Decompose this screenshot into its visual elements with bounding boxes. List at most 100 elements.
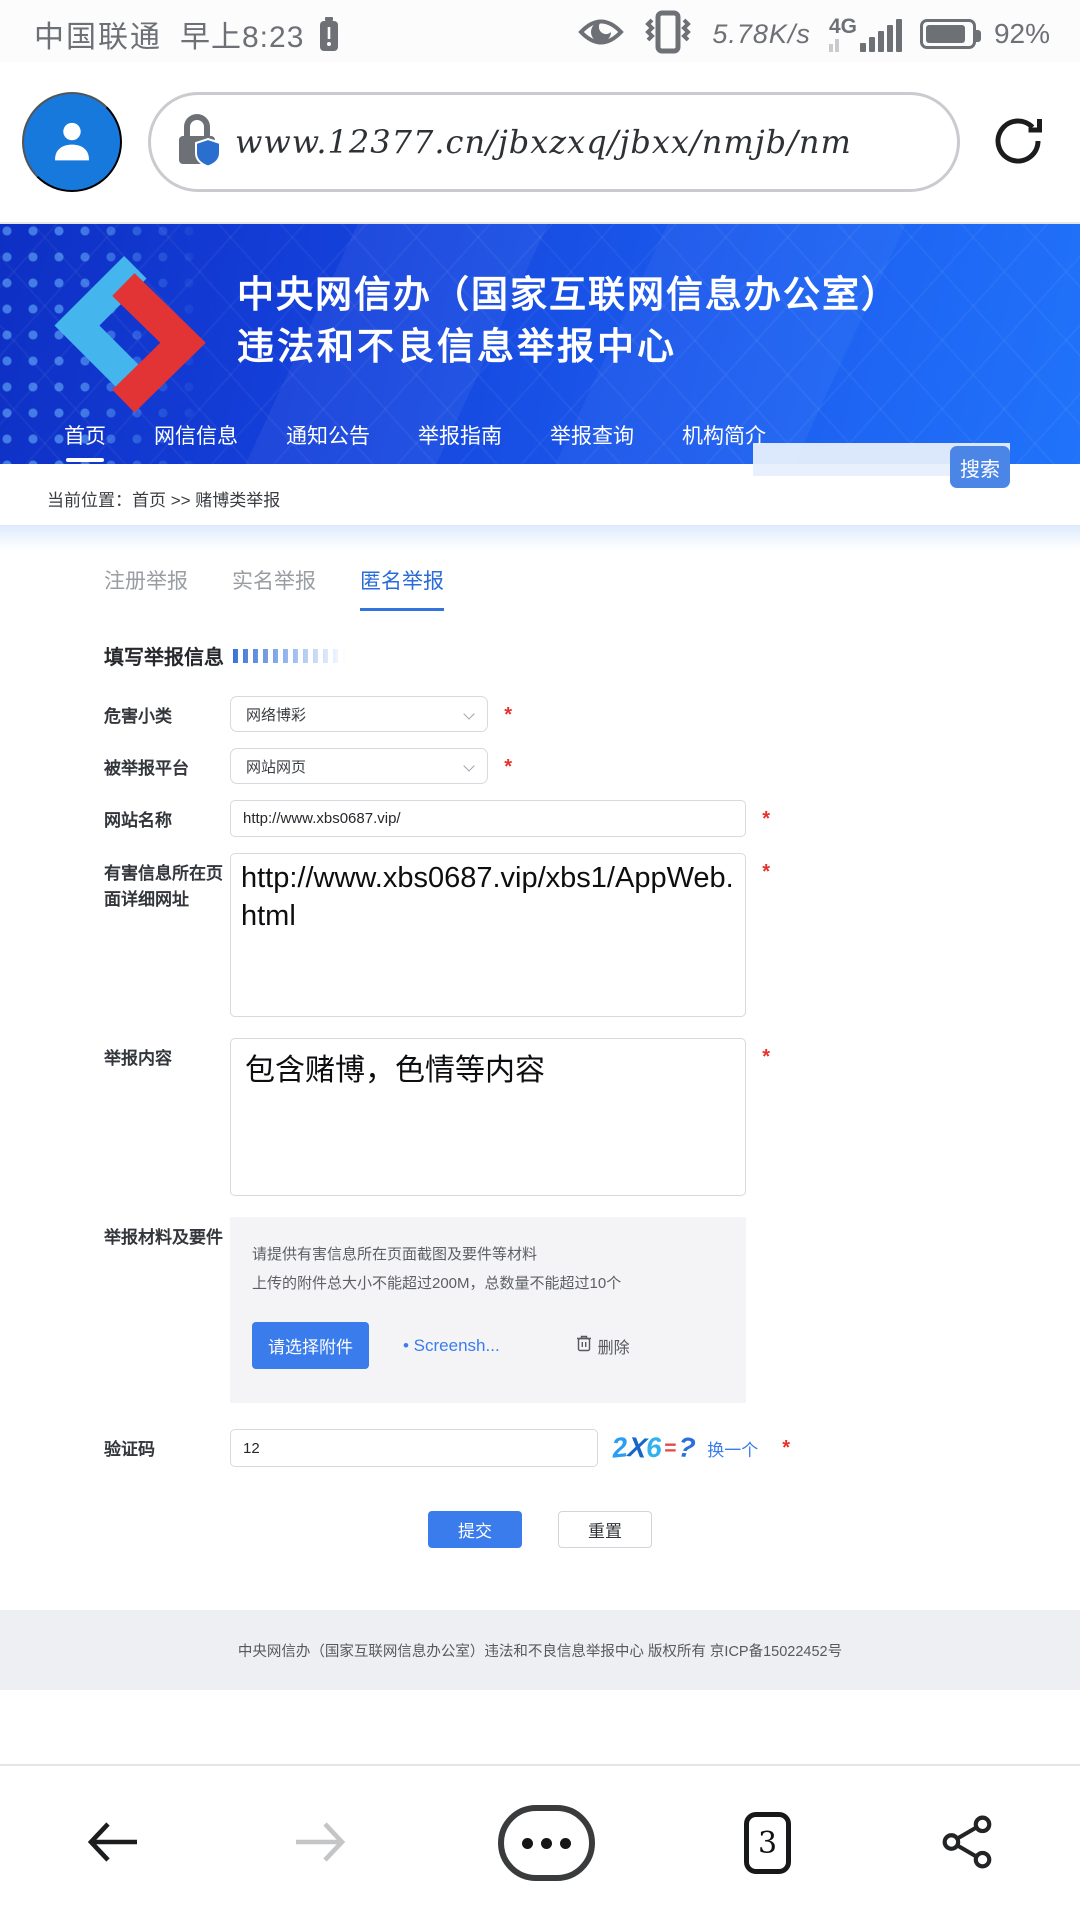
nav-item-news[interactable]: 网信信息 <box>154 420 238 462</box>
status-bar-right: 5.78K/s 4G 92% <box>578 10 1050 59</box>
required-asterisk: * <box>504 704 512 726</box>
upload-hint-2: 上传的附件总大小不能超过200M，总数量不能超过10个 <box>252 1274 622 1292</box>
url-text: www.12377.cn/jbxzxq/jbxx/nmjb/nm <box>235 123 852 161</box>
back-icon <box>84 1819 142 1868</box>
forward-icon <box>291 1819 349 1868</box>
form-row-platform: 被举报平台 网站网页 * <box>104 748 1080 784</box>
report-type-tabs: 注册举报 实名举报 匿名举报 <box>104 565 1080 611</box>
share-button[interactable] <box>940 1814 996 1873</box>
battery-icon <box>919 19 981 49</box>
network-speed-label: 5.78K/s <box>712 18 811 49</box>
status-bar: 中国联通 早上8:23 5.78K/s 4G 92% <box>0 0 1080 62</box>
form-row-captcha: 验证码 2 X 6 = ? 换一个 * <box>104 1429 1080 1467</box>
search-button[interactable]: 搜索 <box>950 446 1010 488</box>
platform-select[interactable]: 网站网页 <box>230 748 488 784</box>
network-type-label: 4G <box>828 16 857 52</box>
upload-hint-1: 请提供有害信息所在页面截图及要件等材料 <box>252 1246 538 1263</box>
phone-screen: 中国联通 早上8:23 5.78K/s 4G 92% www.12377.cn/… <box>0 0 1080 1920</box>
required-asterisk: * <box>762 1046 770 1068</box>
reset-button[interactable]: 重置 <box>558 1511 652 1548</box>
uploaded-file-link[interactable]: • Screensh... <box>403 1336 500 1356</box>
main-nav: 首页 网信信息 通知公告 举报指南 举报查询 机构简介 <box>64 420 766 462</box>
back-button[interactable] <box>84 1819 142 1868</box>
field-label: 举报材料及要件 <box>104 1228 223 1247</box>
choose-file-button[interactable]: 请选择附件 <box>252 1322 369 1369</box>
form-row-materials: 举报材料及要件 请提供有害信息所在页面截图及要件等材料 上传的附件总大小不能超过… <box>104 1217 1080 1403</box>
required-asterisk: * <box>762 808 770 830</box>
refresh-icon <box>988 111 1048 174</box>
site-logo-icon <box>46 246 214 426</box>
tab-count-badge: 3 <box>744 1812 791 1874</box>
upload-area: 请提供有害信息所在页面截图及要件等材料 上传的附件总大小不能超过200M，总数量… <box>230 1217 746 1403</box>
captcha-image[interactable]: 2 X 6 = ? <box>610 1431 697 1464</box>
captcha-char: 6 <box>645 1431 663 1464</box>
field-label: 网站名称 <box>104 811 172 830</box>
detail-url-textarea[interactable]: http://www.xbs0687.vip/xbs1/AppWeb.html <box>230 853 746 1017</box>
selected-value: 网络博彩 <box>246 706 307 724</box>
field-label: 被举报平台 <box>104 759 189 778</box>
selected-value: 网站网页 <box>246 758 307 776</box>
site-title-line2: 违法和不良信息举报中心 <box>237 326 677 367</box>
divider-strip <box>0 525 1080 551</box>
captcha-char: = <box>663 1436 677 1460</box>
trash-icon <box>576 1334 592 1357</box>
field-label: 举报内容 <box>104 1049 172 1068</box>
profile-avatar[interactable] <box>22 92 122 192</box>
site-name-input[interactable] <box>230 800 746 837</box>
nav-item-home[interactable]: 首页 <box>64 420 106 462</box>
address-bar[interactable]: www.12377.cn/jbxzxq/jbxx/nmjb/nm <box>148 92 960 192</box>
harm-category-select[interactable]: 网络博彩 <box>230 696 488 732</box>
field-label: 危害小类 <box>104 707 172 726</box>
report-form: 注册举报 实名举报 匿名举报 填写举报信息 危害小类 网络博彩 * 被举报平台 … <box>0 551 1080 1690</box>
battery-alert-icon <box>318 16 340 52</box>
menu-button[interactable] <box>498 1805 595 1881</box>
section-title: 填写举报信息 <box>104 647 224 669</box>
field-label: 有害信息所在页面详细网址 <box>104 864 223 909</box>
form-row-harm-category: 危害小类 网络博彩 * <box>104 696 1080 732</box>
footer-copyright: 中央网信办（国家互联网信息办公室）违法和不良信息举报中心 版权所有 京ICP备1… <box>237 1643 843 1660</box>
tab-register-report[interactable]: 注册举报 <box>104 565 188 611</box>
delete-file-button[interactable]: 删除 <box>576 1334 630 1358</box>
forward-button[interactable] <box>291 1819 349 1868</box>
report-content-textarea[interactable]: 包含赌博，色情等内容 <box>230 1038 746 1196</box>
field-label: 验证码 <box>104 1440 155 1459</box>
lock-icon[interactable] <box>175 112 221 173</box>
browser-bottom-nav: 3 <box>0 1764 1080 1920</box>
signal-strength-bars <box>859 19 902 52</box>
browser-toolbar: www.12377.cn/jbxzxq/jbxx/nmjb/nm <box>0 62 1080 224</box>
secondary-signal-icon <box>828 39 839 52</box>
chevron-down-icon <box>463 760 475 772</box>
site-footer: 中央网信办（国家互联网信息办公室）违法和不良信息举报中心 版权所有 京ICP备1… <box>0 1610 1080 1690</box>
nav-item-notice[interactable]: 通知公告 <box>286 420 370 462</box>
refresh-button[interactable] <box>986 110 1050 174</box>
form-row-report-content: 举报内容 包含赌博，色情等内容 * <box>104 1038 1080 1201</box>
battery-percent-label: 92% <box>993 18 1050 49</box>
nav-item-query[interactable]: 举报查询 <box>550 420 634 462</box>
captcha-input[interactable] <box>230 1429 598 1467</box>
time-label: 早上8:23 <box>180 21 305 54</box>
eye-protection-icon <box>578 15 625 54</box>
form-row-site-name: 网站名称 * <box>104 800 1080 837</box>
vibrate-icon <box>642 10 694 59</box>
tab-realname-report[interactable]: 实名举报 <box>232 565 316 611</box>
menu-ellipsis-icon <box>498 1805 595 1881</box>
submit-button[interactable]: 提交 <box>428 1511 522 1548</box>
upload-actions: 请选择附件 • Screensh... 删除 <box>252 1322 724 1369</box>
required-asterisk: * <box>782 1436 791 1459</box>
chevron-down-icon <box>463 708 475 720</box>
refresh-captcha-link[interactable]: 换一个 <box>707 1436 758 1461</box>
section-title-row: 填写举报信息 <box>104 641 1080 670</box>
captcha-char: ? <box>676 1431 697 1464</box>
nav-item-guide[interactable]: 举报指南 <box>418 420 502 462</box>
share-icon <box>940 1814 996 1873</box>
required-asterisk: * <box>762 861 770 883</box>
title-bars-decoration <box>233 648 351 663</box>
form-buttons: 提交 重置 <box>0 1511 1080 1548</box>
tabs-button[interactable]: 3 <box>744 1812 791 1874</box>
delete-label: 删除 <box>597 1339 630 1357</box>
signal-bars-icon: 4G <box>828 16 902 52</box>
tab-anonymous-report[interactable]: 匿名举报 <box>360 565 444 611</box>
person-icon <box>43 112 101 173</box>
required-asterisk: * <box>504 756 512 778</box>
form-row-detail-url: 有害信息所在页面详细网址 http://www.xbs0687.vip/xbs1… <box>104 853 1080 1022</box>
